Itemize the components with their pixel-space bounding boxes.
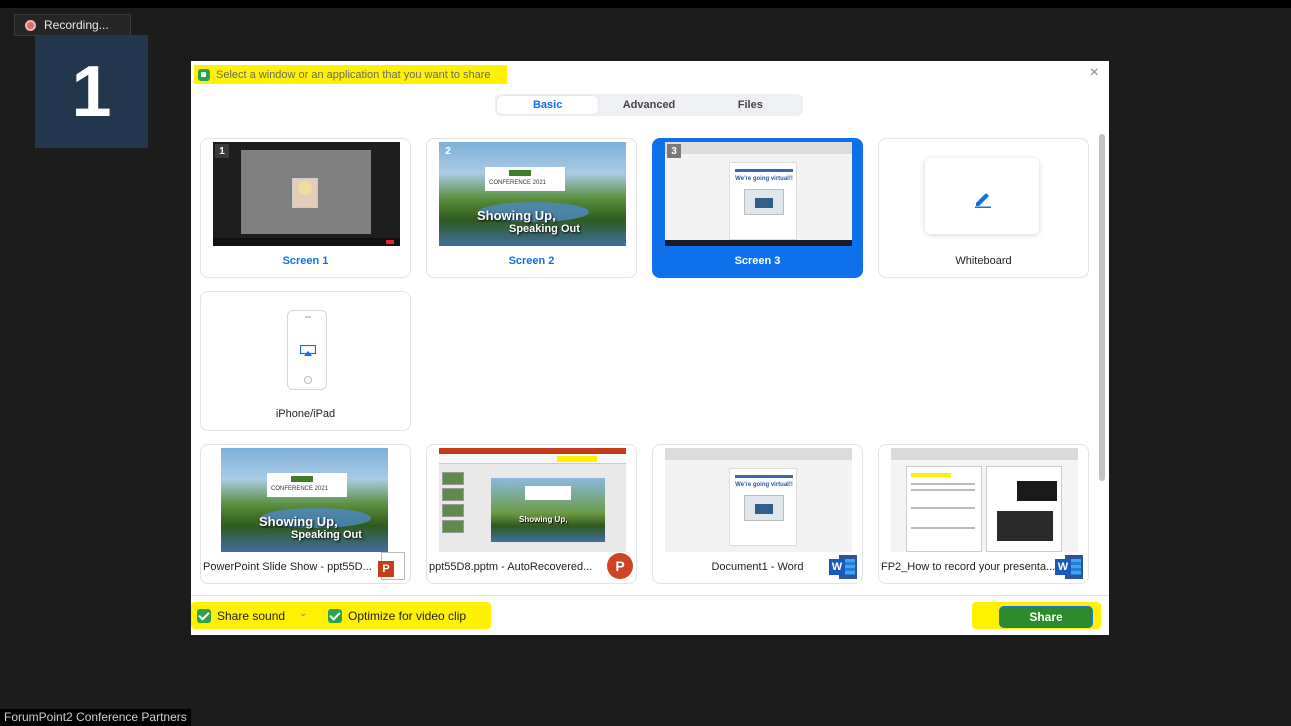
zoom-app-icon [198,68,210,81]
recording-label: Recording... [44,18,109,32]
checkbox-checked-icon [197,609,211,623]
screen-3-thumbnail: We're going virtual!! [665,142,852,246]
powerpoint-icon: P [607,553,633,579]
share-item-label: ppt55D8.pptm - AutoRecovered... [429,561,593,573]
share-item-label: PowerPoint Slide Show - ppt55D... [203,561,372,573]
share-item-screen-1[interactable]: 1 Screen 1 [200,138,411,278]
pen-icon [975,193,991,208]
phone-icon [287,310,327,390]
word-thumbnail: We're going virtual!! [665,448,852,552]
dialog-title-bar: Select a window or an application that y… [191,61,1109,87]
word-icon: W [1055,555,1083,579]
slide-title-line1: Showing Up, [477,208,556,223]
dialog-footer: Share sound ⌄ Optimize for video clip Sh… [191,595,1109,635]
share-tabs: Basic Advanced Files [495,94,803,116]
optimize-video-label: Optimize for video clip [348,609,467,623]
share-item-powerpoint-editor[interactable]: Showing Up, ppt55D8.pptm - AutoRecovered… [426,444,637,584]
top-strip [0,0,1291,8]
screen-number-badge: 3 [667,144,681,158]
slide-title-line2: Speaking Out [509,223,580,235]
share-item-label: FP2_How to record your presenta... [881,561,1056,573]
doc-heading: We're going virtual!! [735,176,793,182]
share-sound-label: Share sound [217,609,286,623]
whiteboard-tile [925,158,1039,234]
share-item-label: iPhone/iPad [275,408,336,420]
slide-title-line2: Speaking Out [291,529,362,541]
share-screen-dialog: Select a window or an application that y… [191,61,1109,635]
tab-basic[interactable]: Basic [497,96,599,114]
share-item-iphone-ipad[interactable]: iPhone/iPad [200,291,411,431]
share-source-grid: 1 Screen 1 Showing Up, Speaking Out 2 Sc… [200,138,1090,594]
screen-number-badge: 1 [215,144,229,158]
doc-heading: We're going virtual!! [735,482,793,488]
slide-title-text: Showing Up, [519,515,568,524]
grid-scrollbar[interactable] [1099,134,1105,481]
optimize-video-checkbox[interactable]: Optimize for video clip [328,609,466,623]
screen-number-indicator: 1 [35,35,148,148]
record-icon [25,19,36,31]
screen-background: Recording... 1 Select a window or an app… [0,0,1291,726]
share-button[interactable]: Share [999,606,1093,628]
recording-indicator[interactable]: Recording... [14,14,131,36]
participant-name-label: ForumPoint2 Conference Partners [0,709,191,726]
share-item-word-fp2[interactable]: FP2_How to record your presenta... W [878,444,1089,584]
chevron-down-icon[interactable]: ⌄ [299,608,307,619]
fp2-thumbnail [891,448,1078,552]
share-item-label: Screen 2 [508,255,555,267]
slide-title-line1: Showing Up, [259,514,338,529]
screen-2-thumbnail: Showing Up, Speaking Out [439,142,626,246]
title-highlight: Select a window or an application that y… [194,65,507,84]
screen-number-badge: 2 [445,145,451,157]
share-item-label: Screen 1 [282,255,329,267]
share-item-label: Whiteboard [955,255,1012,267]
word-icon: W [829,555,857,579]
powerpoint-thumbnail: Showing Up, [439,448,626,552]
share-item-label: Screen 3 [734,255,781,267]
dialog-title: Select a window or an application that y… [216,68,491,81]
share-item-word-document1[interactable]: We're going virtual!! Document1 - Word W [652,444,863,584]
close-icon[interactable]: × [1090,65,1099,81]
share-sound-checkbox[interactable]: Share sound [197,609,285,623]
participant-video-icon [292,178,318,208]
share-item-screen-3[interactable]: We're going virtual!! 3 Screen 3 [652,138,863,278]
tab-advanced[interactable]: Advanced [598,96,699,114]
share-item-powerpoint-slideshow[interactable]: Showing Up, Speaking Out PowerPoint Slid… [200,444,411,584]
screen-1-thumbnail [213,142,400,246]
checkbox-checked-icon [328,609,342,623]
slideshow-thumbnail: Showing Up, Speaking Out [221,448,388,552]
share-item-whiteboard[interactable]: Whiteboard [878,138,1089,278]
airplay-icon [300,345,316,356]
powerpoint-doc-icon [378,552,405,580]
tab-files[interactable]: Files [700,96,801,114]
share-item-screen-2[interactable]: Showing Up, Speaking Out 2 Screen 2 [426,138,637,278]
